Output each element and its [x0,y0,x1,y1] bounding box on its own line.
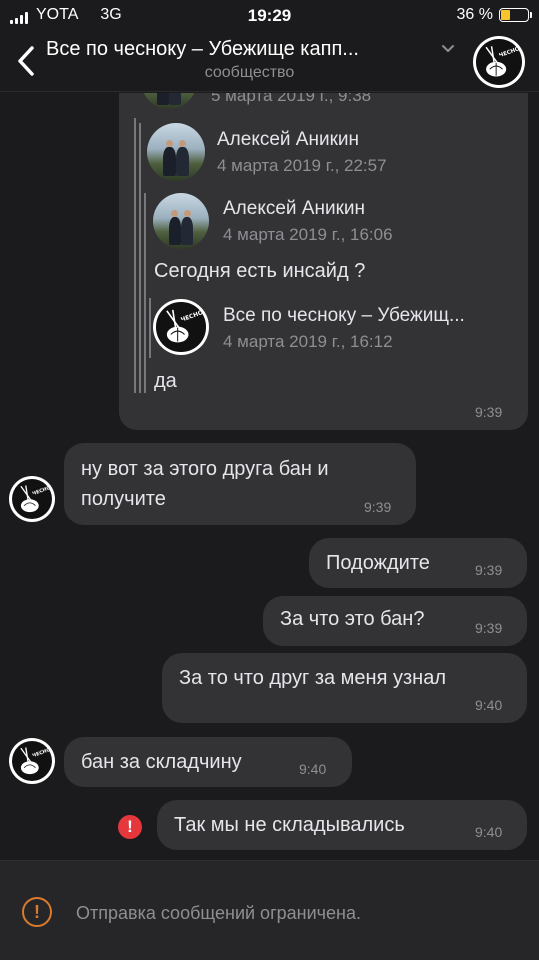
quote-line [134,118,136,393]
logo-text: ЧЕСНОКУ [499,43,522,59]
sender-avatar[interactable]: ЧЕСНОКУ [9,476,55,522]
message-text: получите [81,488,166,510]
chevron-down-icon[interactable] [441,44,455,54]
forward-message-text: да [154,370,177,392]
restriction-notice: Отправка сообщений ограничена. [76,903,361,923]
chat-header: Все по чесноку – Убежище капп... сообщес… [0,32,539,92]
message-text: За то что друг за меня узнал [179,667,446,689]
quote-line [144,193,146,393]
forwarded-message-bubble[interactable]: 5 марта 2019 г., 9:38 Алексей Аникин 4 м… [119,93,528,430]
message-time: 9:39 [475,620,503,636]
garlic-logo-icon: ЧЕСНОКУ [166,307,206,343]
quote-line [149,298,151,358]
outgoing-message-failed[interactable]: Так мы не складывались 9:40 [157,800,527,850]
forward-top-date: 5 марта 2019 г., 9:38 [211,93,372,105]
status-bar: YOTA 3G 19:29 36 % [0,0,539,32]
message-time: 9:39 [475,562,503,578]
forward-message-text: Сегодня есть инсайд ? [154,260,366,282]
logo-text: ЧЕСНОКУ [31,744,52,759]
incoming-message[interactable]: бан за складчину 9:40 [64,737,352,787]
chat-title[interactable]: Все по чесноку – Убежище капп... [46,38,441,61]
logo-text: ЧЕСНОКУ [181,307,206,324]
avatar [153,193,209,249]
composer-restricted-bar: ! Отправка сообщений ограничена. [0,860,539,960]
community-avatar[interactable]: ЧЕСНОКУ [473,36,525,88]
status-right: 36 % [456,6,532,24]
garlic-logo-icon: ЧЕСНОКУ [20,744,52,774]
message-time: 9:39 [364,499,392,515]
quote-line [139,123,141,393]
garlic-logo-icon: ЧЕСНОКУ [485,43,522,77]
warning-icon: ! [22,897,52,927]
battery-percent: 36 % [456,6,493,23]
error-icon[interactable]: ! [118,815,142,839]
message-text: ну вот за этого друга бан и [81,458,329,480]
message-time: 9:40 [475,697,503,713]
message-text: Так мы не складывались [174,814,405,836]
forward-date: 4 марта 2019 г., 16:12 [223,332,393,351]
outgoing-message[interactable]: За то что друг за меня узнал 9:40 [162,653,527,723]
message-time: 9:40 [475,824,503,840]
avatar [141,93,197,109]
garlic-logo-icon: ЧЕСНОКУ [20,482,52,512]
incoming-message[interactable]: ну вот за этого друга бан и получите 9:3… [64,443,416,525]
outgoing-message[interactable]: Подождите 9:39 [309,538,527,588]
avatar [147,123,205,181]
battery-icon [499,8,532,22]
message-time: 9:40 [299,761,327,777]
forward-date: 4 марта 2019 г., 16:06 [223,225,393,244]
forward-date: 4 марта 2019 г., 22:57 [217,156,387,175]
avatar: ЧЕСНОКУ [153,299,209,355]
message-text: За что это бан? [280,608,425,630]
sender-avatar[interactable]: ЧЕСНОКУ [9,738,55,784]
message-time: 9:39 [475,404,503,420]
chat-subtitle: сообщество [204,64,295,81]
message-text: Подождите [326,552,430,574]
message-text: бан за складчину [81,751,242,773]
logo-text: ЧЕСНОКУ [31,482,52,497]
forward-author-name: Все по чесноку – Убежищ... [223,305,465,326]
forward-author-name: Алексей Аникин [217,129,360,150]
forward-author-name: Алексей Аникин [223,198,366,219]
outgoing-message[interactable]: За что это бан? 9:39 [263,596,527,646]
